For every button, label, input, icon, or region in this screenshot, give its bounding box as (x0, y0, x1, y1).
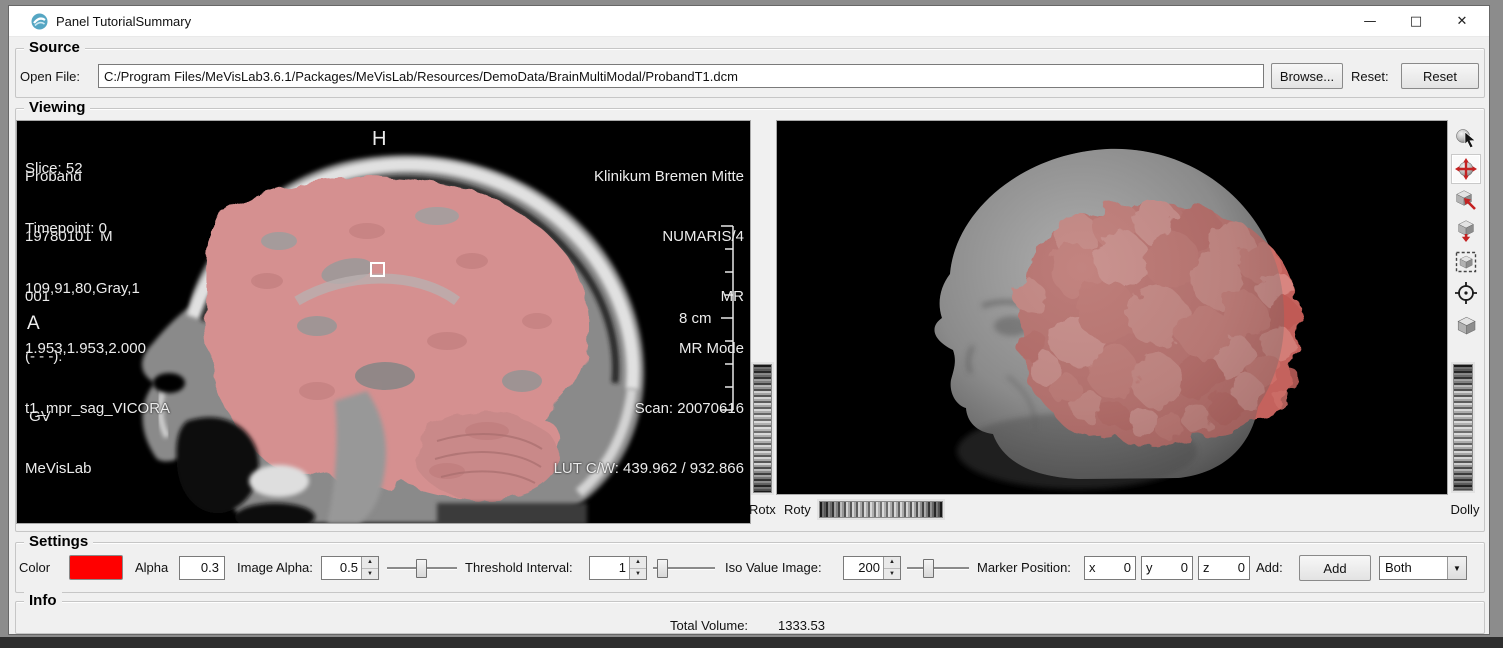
threshold-label: Threshold Interval: (465, 560, 573, 575)
reset-label: Reset: (1351, 69, 1389, 84)
marker-z-field[interactable]: z0 (1198, 556, 1250, 580)
total-volume-value: 1333.53 (778, 618, 825, 633)
rotate-view-icon[interactable] (1452, 155, 1480, 183)
total-volume-label: Total Volume: (670, 618, 748, 633)
close-button[interactable]: ✕ (1439, 6, 1485, 36)
slice-viewer-2d[interactable]: Proband 19780101 M 001 (- - -): GV H A K… (16, 120, 751, 524)
camera-type-icon[interactable] (1452, 310, 1480, 338)
title-bar: Panel TutorialSummary — □ ✕ (9, 6, 1489, 37)
seek-icon[interactable] (1452, 279, 1480, 307)
slice-status-overlay: Slice: 52 Timepoint: 0 109,91,80,Gray,1 … (25, 119, 170, 519)
color-swatch-button[interactable] (69, 555, 123, 580)
add-button[interactable]: Add (1299, 555, 1371, 581)
app-icon (31, 13, 48, 30)
marker-y-field[interactable]: y0 (1141, 556, 1193, 580)
slice-marker-square (370, 262, 385, 277)
minimize-button[interactable]: — (1347, 6, 1393, 36)
chevron-down-icon: ▼ (1447, 557, 1466, 579)
threshold-slider[interactable] (653, 557, 715, 579)
viewer-3d[interactable] (776, 120, 1448, 495)
scale-ruler (717, 225, 739, 411)
left-thumbwheel[interactable] (753, 364, 772, 493)
alpha-field[interactable]: 0.3 (179, 556, 225, 580)
browse-button[interactable]: Browse... (1271, 63, 1343, 89)
spin-up-icon: ▲ (630, 557, 646, 569)
marker-x-field[interactable]: x0 (1084, 556, 1136, 580)
dolly-thumbwheel[interactable] (1453, 364, 1473, 491)
spin-up-icon: ▲ (884, 557, 900, 569)
app-window: Panel TutorialSummary — □ ✕ Source Open … (8, 5, 1490, 635)
home-icon[interactable] (1452, 186, 1480, 214)
info-group: Info (15, 601, 1485, 634)
roty-thumbwheel[interactable] (819, 501, 943, 518)
rotx-label: Rotx (749, 502, 776, 517)
spin-down-icon: ▼ (630, 569, 646, 580)
viewer-toolbar (1449, 124, 1483, 338)
view-all-icon[interactable] (1452, 248, 1480, 276)
info-group-title: Info (24, 592, 62, 609)
spin-down-icon: ▼ (884, 569, 900, 580)
image-alpha-spinbox[interactable]: 0.5 ▲▼ (321, 556, 379, 580)
reset-button[interactable]: Reset (1401, 63, 1479, 89)
marker-position-label: Marker Position: (977, 560, 1071, 575)
iso-value-label: Iso Value Image: (725, 560, 822, 575)
spin-up-icon: ▲ (362, 557, 378, 569)
scale-label: 8 cm (679, 309, 712, 329)
pointer-pick-icon[interactable] (1452, 124, 1480, 152)
viewing-group-title: Viewing (24, 99, 90, 116)
maximize-button[interactable]: □ (1393, 6, 1439, 36)
set-home-icon[interactable] (1452, 217, 1480, 245)
source-group-title: Source (24, 39, 85, 56)
open-file-label: Open File: (20, 69, 80, 84)
mode-dropdown[interactable]: Both ▼ (1379, 556, 1467, 580)
window-bottom-edge (0, 637, 1503, 648)
window-title: Panel TutorialSummary (56, 14, 191, 29)
head-3d-render (777, 121, 1447, 494)
image-alpha-slider[interactable] (387, 557, 457, 579)
color-label: Color (19, 560, 50, 575)
roty-label: Roty (784, 502, 811, 517)
threshold-spinbox[interactable]: 1 ▲▼ (589, 556, 647, 580)
image-alpha-label: Image Alpha: (237, 560, 313, 575)
add-label: Add: (1256, 560, 1283, 575)
desktop-background: Panel TutorialSummary — □ ✕ Source Open … (0, 0, 1503, 648)
spin-down-icon: ▼ (362, 569, 378, 580)
scan-mode-overlay: MR Mode Scan: 20070616 LUT C/W: 439.962 … (554, 299, 744, 519)
iso-value-spinbox[interactable]: 200 ▲▼ (843, 556, 901, 580)
orientation-label-h: H (372, 129, 386, 149)
open-file-input[interactable] (98, 64, 1264, 88)
dolly-label: Dolly (1445, 502, 1485, 517)
settings-group-title: Settings (24, 533, 93, 550)
iso-value-slider[interactable] (907, 557, 969, 579)
alpha-label: Alpha (135, 560, 168, 575)
